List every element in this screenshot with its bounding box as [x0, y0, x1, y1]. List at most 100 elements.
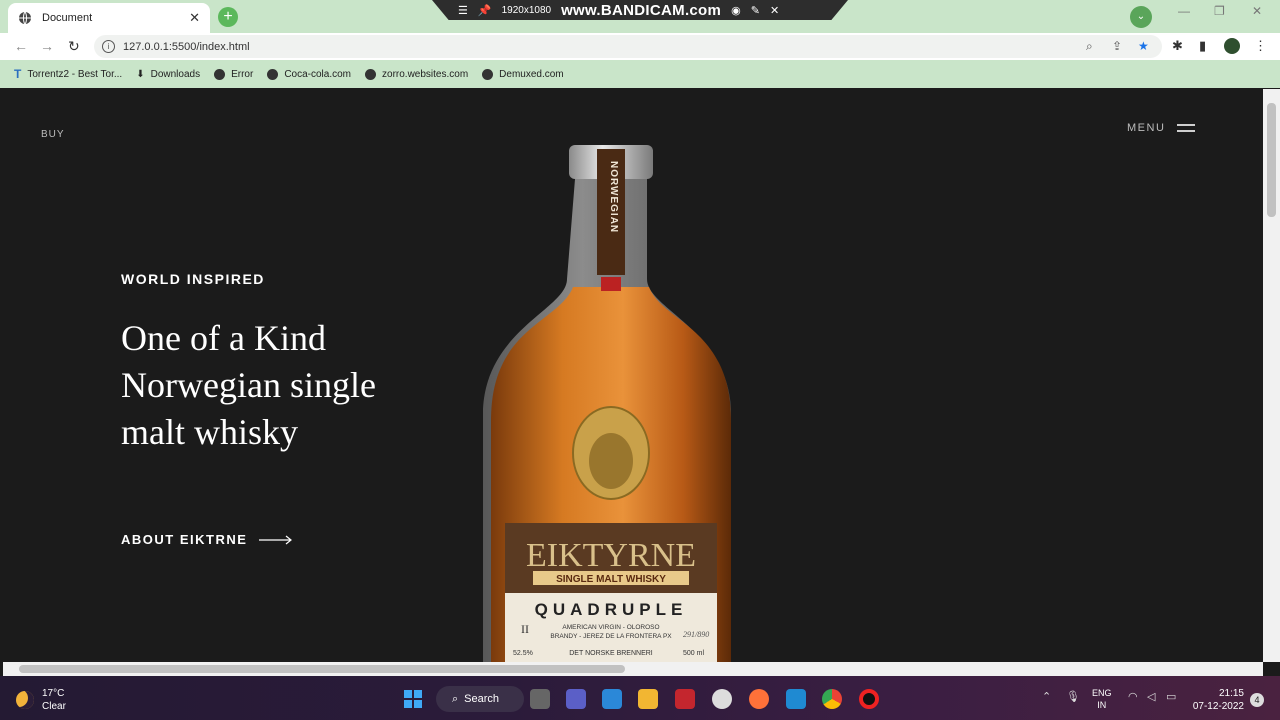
back-arrow-icon[interactable]: ← [14, 38, 28, 54]
emblem-face-icon [589, 433, 633, 489]
pencil-icon[interactable]: ✎ [751, 4, 760, 17]
torrentz-icon: T [14, 67, 22, 81]
headline-line: malt whisky [121, 412, 298, 452]
forward-arrow-icon[interactable]: → [40, 38, 54, 54]
avatar[interactable] [1224, 38, 1240, 54]
norway-flag-icon [601, 277, 621, 291]
github-icon[interactable] [712, 689, 732, 709]
bookmark-item[interactable]: Error [214, 68, 254, 80]
eyebrow-text: WORLD INSPIRED [121, 271, 265, 287]
microphone-icon[interactable]: 🎙 [1066, 690, 1080, 703]
wifi-icon[interactable]: ◠ [1128, 690, 1138, 703]
weather-condition: Clear [42, 701, 66, 712]
address-bar[interactable]: i 127.0.0.1:5500/index.html [94, 35, 1162, 58]
weather-widget[interactable]: 17°C Clear [16, 687, 66, 713]
recorder-resolution: 1920x1080 [501, 4, 552, 16]
notification-badge[interactable]: 4 [1250, 693, 1264, 707]
share-icon[interactable]: ⇪ [1112, 39, 1122, 53]
new-tab-button[interactable]: + [218, 7, 238, 27]
scroll-thumb[interactable] [19, 665, 625, 673]
bookmark-item[interactable]: ⬇ Downloads [136, 69, 200, 80]
temperature: 17°C [42, 688, 65, 699]
page-title: One of a Kind Norwegian single malt whis… [121, 315, 441, 456]
language-indicator[interactable]: ENG IN [1092, 687, 1112, 711]
cask-text-1: AMERICAN VIRGIN - OLOROSO [562, 624, 659, 631]
windows-start-icon[interactable] [404, 690, 422, 708]
window-close-icon[interactable]: ✕ [1252, 4, 1262, 18]
minimize-icon[interactable]: — [1178, 4, 1190, 18]
globe-icon [214, 68, 226, 80]
globe-icon [365, 68, 377, 80]
brand-label-text: EIKTYRNE [526, 537, 696, 574]
volume-text: 500 ml [683, 650, 704, 657]
bookmark-item[interactable]: Demuxed.com [482, 68, 564, 80]
file-explorer-icon[interactable] [638, 689, 658, 709]
system-clock[interactable]: 21:15 07-12-2022 [1192, 687, 1244, 713]
abv-text: 52.5% [513, 650, 533, 657]
chevron-down-icon[interactable]: ⌄ [1130, 6, 1152, 28]
arrow-right-icon [259, 535, 293, 544]
taskbar-search[interactable]: ⌕ Search [436, 686, 524, 712]
whisky-bottle-image: NORWEGIAN EIKTYRNE SINGLE MALT WHISKY QU… [483, 145, 731, 662]
web-page: BUY MENU WORLD INSPIRED One of a Kind No… [3, 89, 1263, 662]
scroll-thumb[interactable] [1267, 103, 1276, 217]
task-view-icon[interactable] [530, 689, 550, 709]
bookmark-label: Torrentz2 - Best Tor... [27, 68, 123, 80]
camera-icon[interactable]: ◉ [731, 4, 741, 17]
close-icon[interactable]: ✕ [770, 4, 779, 17]
side-panel-icon[interactable]: ▮ [1199, 38, 1206, 54]
chat-icon[interactable] [566, 689, 586, 709]
about-link[interactable]: ABOUT EIKTRNE [121, 532, 293, 547]
menu-button[interactable]: MENU [1127, 122, 1196, 134]
recorder-brand: www.BANDICAM.com [561, 1, 722, 19]
buy-link[interactable]: BUY [41, 129, 65, 140]
battery-icon[interactable]: ▭ [1166, 690, 1176, 703]
bookmark-star-icon[interactable]: ★ [1138, 39, 1149, 53]
numeral-text: II [521, 622, 529, 636]
tab-strip: Document ✕ + ☰ 📌 1920x1080 www.BANDICAM.… [0, 0, 1280, 33]
language-code: ENG [1092, 688, 1112, 698]
url-text[interactable]: 127.0.0.1:5500/index.html [123, 41, 250, 53]
bookmark-item[interactable]: Coca-cola.com [267, 68, 351, 80]
browser-tab[interactable]: Document ✕ [8, 3, 210, 33]
bookmarks-bar: T Torrentz2 - Best Tor... ⬇ Downloads Er… [0, 60, 1280, 88]
windows-taskbar: 17°C Clear ⌕ Search ⌃ 🎙 ENG IN ◠ ◁ ▭ 21:… [0, 676, 1280, 720]
maker-text: DET NORSKE BRENNERI [569, 650, 653, 657]
reload-icon[interactable]: ↻ [68, 38, 80, 55]
close-tab-icon[interactable]: ✕ [189, 10, 200, 26]
clock-date: 07-12-2022 [1192, 701, 1244, 712]
bookmark-label: zorro.websites.com [382, 68, 469, 80]
volume-icon[interactable]: ◁ [1147, 690, 1155, 703]
hamburger-icon [1177, 124, 1196, 132]
vscode-icon[interactable] [786, 689, 806, 709]
neck-label-text: NORWEGIAN [608, 161, 619, 233]
store-icon[interactable] [602, 689, 622, 709]
mcafee-icon[interactable] [675, 689, 695, 709]
product-name-text: QUADRUPLE [535, 600, 688, 619]
extensions-icon[interactable]: ✱ [1172, 38, 1183, 54]
menu-label: MENU [1127, 122, 1166, 134]
bookmark-label: Downloads [150, 68, 201, 80]
bookmark-label: Error [231, 68, 254, 80]
restore-icon[interactable]: ❐ [1214, 4, 1225, 18]
batch-text: 291/890 [683, 630, 709, 639]
hamburger-icon[interactable]: ☰ [458, 4, 468, 17]
search-label: Search [464, 693, 500, 705]
about-label: ABOUT EIKTRNE [121, 532, 248, 547]
vertical-scrollbar[interactable] [1263, 89, 1280, 662]
bookmark-item[interactable]: zorro.websites.com [365, 68, 469, 80]
pin-icon[interactable]: 📌 [478, 4, 492, 17]
horizontal-scrollbar[interactable] [3, 662, 1263, 676]
info-icon[interactable]: i [102, 40, 115, 53]
chrome-icon[interactable] [822, 689, 842, 709]
recorder-icon[interactable] [859, 689, 879, 709]
bookmark-label: Demuxed.com [499, 68, 564, 80]
zoom-icon[interactable]: ⌕ [1086, 39, 1093, 54]
bookmark-item[interactable]: T Torrentz2 - Best Tor... [14, 67, 122, 81]
firefox-icon[interactable] [749, 689, 769, 709]
cask-text-2: BRANDY - JEREZ DE LA FRONTERA PX [550, 633, 672, 640]
kebab-menu-icon[interactable]: ⋮ [1254, 38, 1267, 54]
chevron-up-icon[interactable]: ⌃ [1042, 690, 1051, 703]
headline-line: One of a Kind [121, 318, 326, 358]
tab-title: Document [42, 12, 93, 24]
